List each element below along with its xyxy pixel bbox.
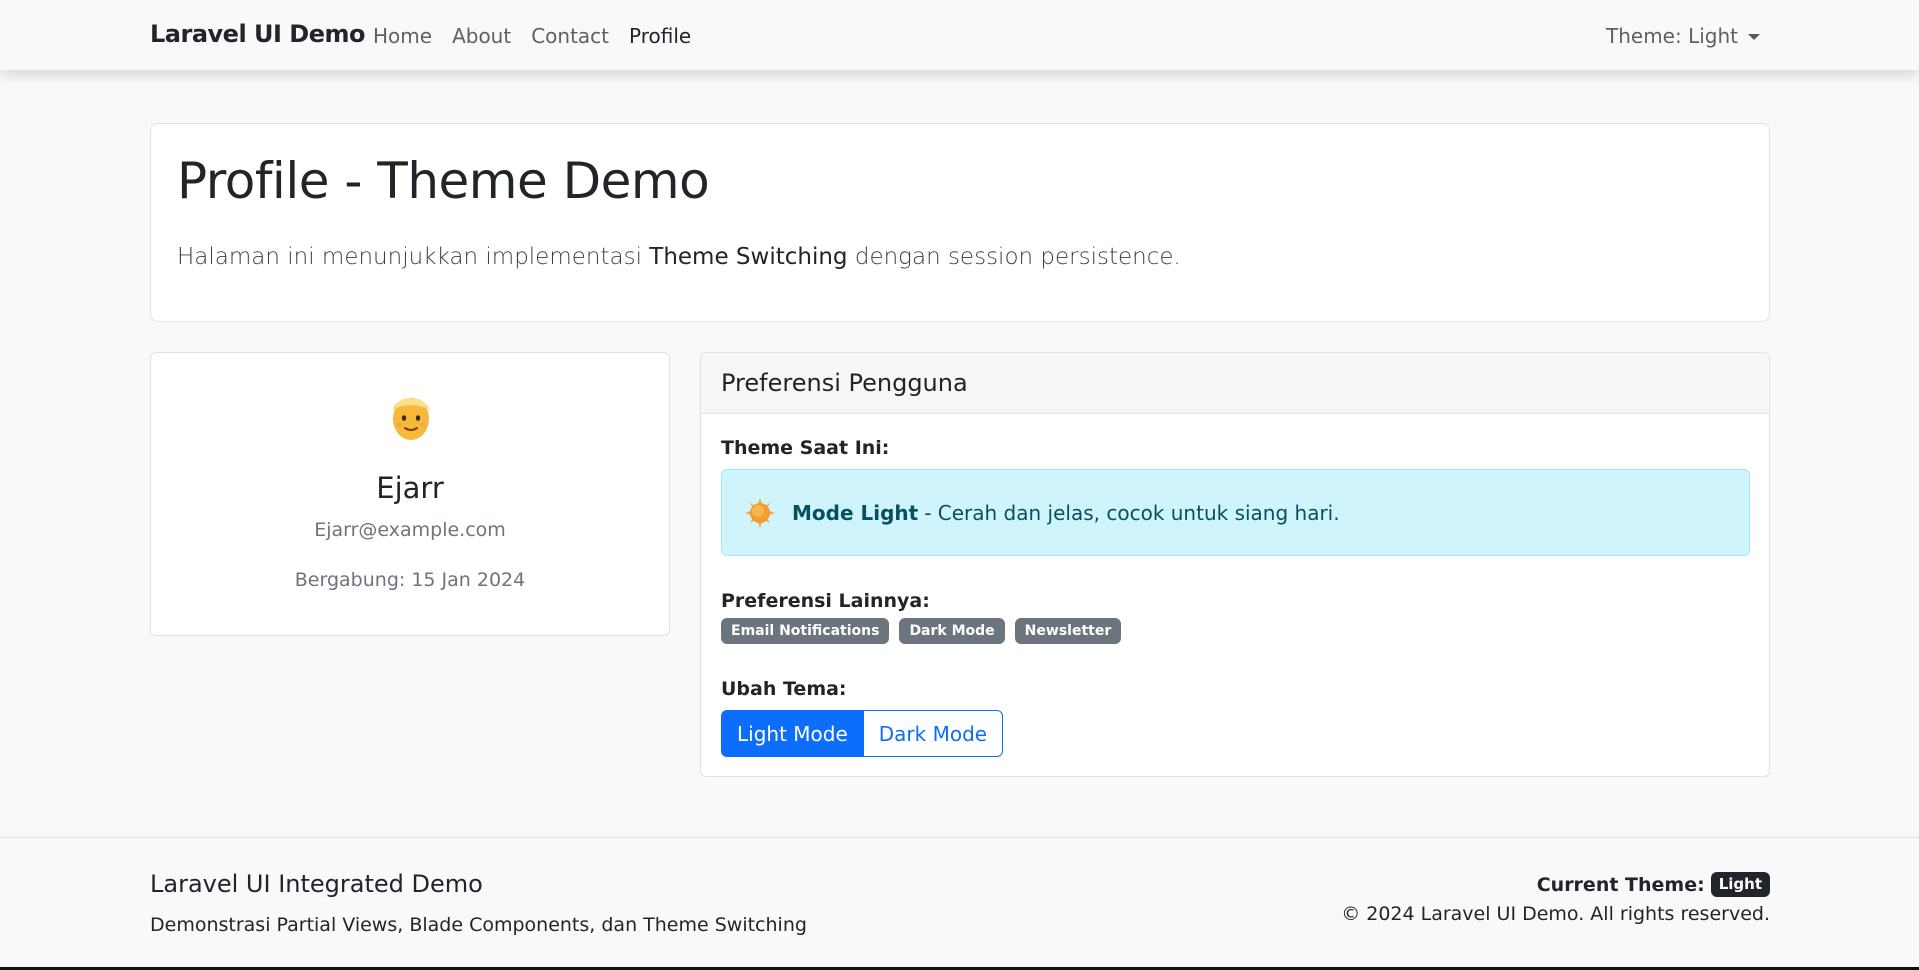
nav-links: Home About Contact Profile [373,24,691,48]
navbar-brand[interactable]: Laravel UI Demo [150,20,366,48]
nav-link-contact[interactable]: Contact [531,24,609,48]
nav-link-about[interactable]: About [452,24,511,48]
profile-email: Ejarr@example.com [314,519,506,541]
current-theme-label-text: Current Theme: [1536,873,1705,896]
other-preferences-label: Preferensi Lainnya: [721,590,930,612]
hero-lead-suffix: dengan session persistence. [847,244,1181,270]
theme-button-group: Light Mode Dark Mode [721,710,1004,757]
theme-info-alert: Mode Light - Cerah dan jelas, cocok untu… [721,469,1750,556]
change-theme-label: Ubah Tema: [721,678,847,700]
person-avatar-icon [393,398,429,440]
profile-name: Ejarr [376,471,444,505]
alert-mode-name: Mode Light [792,500,919,525]
footer-current-theme: Current Theme: Light [1341,872,1770,897]
current-theme-badge: Light [1710,872,1770,897]
theme-dropdown-toggle[interactable]: Theme: Light [1606,24,1760,48]
sun-icon [745,497,775,528]
dark-mode-button[interactable]: Dark Mode [862,710,1004,757]
hero-lead-highlight: Theme Switching [649,244,848,270]
profile-card: Ejarr Ejarr@example.com Bergabung: 15 Ja… [150,352,670,636]
badge-newsletter: Newsletter [1014,618,1122,644]
hero-lead-prefix: Halaman ini menunjukkan implementasi [177,244,650,270]
light-mode-button[interactable]: Light Mode [721,710,864,757]
alert-mode-description: - Cerah dan jelas, cocok untuk siang har… [924,500,1340,525]
profile-joined-date: Bergabung: 15 Jan 2024 [294,569,526,591]
chevron-down-icon [1748,34,1760,40]
badge-dark-mode: Dark Mode [899,618,1005,644]
footer-title: Laravel UI Integrated Demo [150,870,483,898]
footer-right: Current Theme: Light © 2024 Laravel UI D… [1341,872,1770,925]
theme-dropdown-label: Theme: Light [1606,24,1738,48]
badge-email-notifications: Email Notifications [721,618,890,644]
current-theme-label: Theme Saat Ini: [721,437,890,459]
hero-lead: Halaman ini menunjukkan implementasi The… [177,244,1181,270]
copyright-text: © 2024 Laravel UI Demo. All rights reser… [1341,903,1770,925]
nav-link-home[interactable]: Home [373,24,432,48]
footer-subtitle: Demonstrasi Partial Views, Blade Compone… [150,914,807,936]
page-title: Profile - Theme Demo [177,152,710,210]
navbar: Laravel UI Demo Home About Contact Profi… [0,0,1919,70]
hero-card: Profile - Theme Demo Halaman ini menunju… [150,123,1770,322]
preference-badges: Email Notifications Dark Mode Newsletter [721,618,1122,644]
nav-link-profile[interactable]: Profile [629,24,691,48]
footer: Laravel UI Integrated Demo Demonstrasi P… [0,837,1919,970]
preferences-card-header: Preferensi Pengguna [701,353,1769,414]
preferences-title: Preferensi Pengguna [721,369,968,397]
preferences-card: Preferensi Pengguna Theme Saat Ini: Mode… [700,352,1770,777]
